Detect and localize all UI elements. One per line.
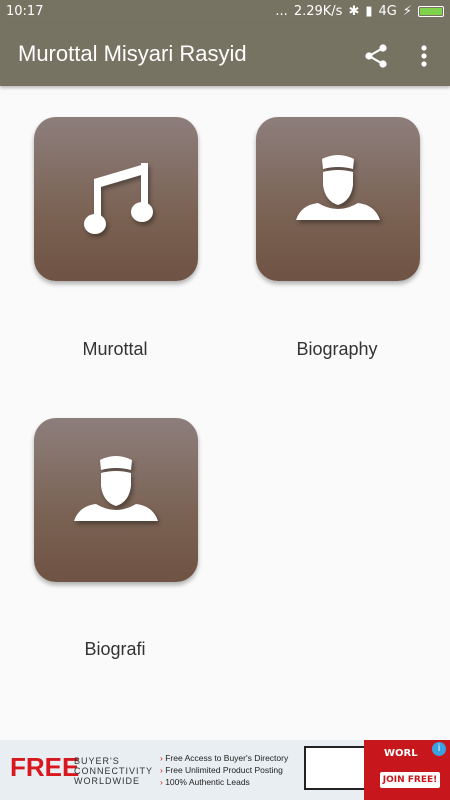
ad-banner[interactable]: FREE BUYER'S CONNECTIVITY WORLDWIDE › Fr… <box>0 740 450 800</box>
murottal-tile[interactable] <box>34 117 198 281</box>
ad-bullets: › Free Access to Buyer's Directory › Fre… <box>160 753 289 787</box>
ad-brand-line2: CONNECTIVITY <box>74 766 154 776</box>
person-cap-icon <box>74 456 158 521</box>
ad-info-icon[interactable]: i <box>432 742 446 756</box>
status-indicators: ... 2.29K/s ✱ ▮ 4G ⚡ <box>275 4 444 19</box>
battery-icon <box>418 6 444 17</box>
app-bar: Murottal Misyari Rasyid <box>0 24 450 86</box>
ad-free-text: FREE <box>10 752 80 782</box>
ad-bullet-3: 100% Authentic Leads <box>165 777 250 787</box>
status-dots: ... <box>275 4 288 19</box>
biography-tile[interactable] <box>256 117 420 281</box>
network-speed: 2.29K/s <box>293 4 343 19</box>
person-cap-icon <box>296 155 380 220</box>
ad-join-button[interactable]: JOIN FREE! <box>380 772 440 788</box>
status-time: 10:17 <box>6 4 44 19</box>
ad-brand-line1: BUYER'S <box>74 756 120 766</box>
ad-screen-image <box>304 746 368 790</box>
biography-label[interactable]: Biography <box>237 339 437 360</box>
ad-brand: BUYER'S CONNECTIVITY WORLDWIDE <box>74 756 153 786</box>
app-title: Murottal Misyari Rasyid <box>18 41 247 66</box>
more-vert-icon[interactable] <box>414 42 434 70</box>
biografi-label[interactable]: Biografi <box>15 639 215 660</box>
ad-promo-brand: WORL <box>384 748 418 759</box>
bluetooth-icon: ✱ <box>348 4 360 19</box>
ad-brand-line3: WORLDWIDE <box>74 776 140 786</box>
music-note-icon <box>84 163 153 234</box>
status-bar: 10:17 ... 2.29K/s ✱ ▮ 4G ⚡ <box>0 0 450 24</box>
biografi-tile[interactable] <box>34 418 198 582</box>
network-type: 4G <box>378 4 397 19</box>
share-icon[interactable] <box>362 42 390 70</box>
charging-icon: ⚡ <box>402 4 412 19</box>
signal-icon: ▮ <box>365 4 373 19</box>
murottal-label[interactable]: Murottal <box>15 339 215 360</box>
ad-bullet-1: Free Access to Buyer's Directory <box>165 753 289 763</box>
ad-bullet-2: Free Unlimited Product Posting <box>165 765 283 775</box>
